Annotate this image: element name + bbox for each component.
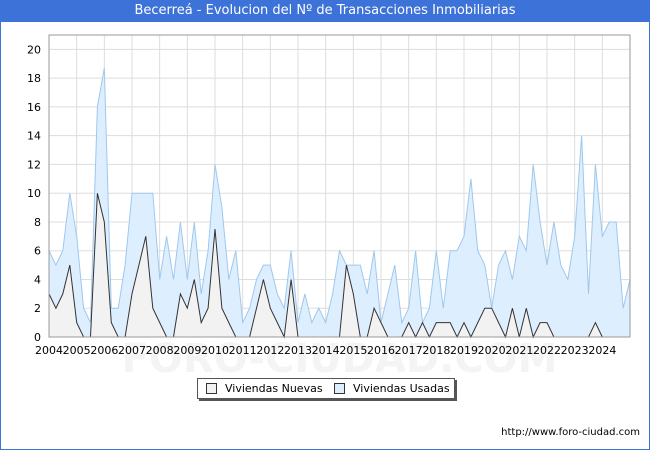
x-tick-label: 2010: [201, 344, 229, 357]
x-tick-label: 2009: [173, 344, 201, 357]
y-tick-label: 10: [27, 187, 41, 200]
x-tick-label: 2019: [450, 344, 478, 357]
x-tick-label: 2017: [395, 344, 423, 357]
legend-label-usadas: Viviendas Usadas: [353, 382, 450, 395]
x-tick-label: 2015: [339, 344, 367, 357]
x-tick-label: 2008: [146, 344, 174, 357]
y-tick-label: 12: [27, 158, 41, 171]
x-tick-label: 2016: [367, 344, 395, 357]
legend-swatch-usadas: [334, 383, 345, 394]
x-tick-label: 2011: [229, 344, 257, 357]
y-tick-label: 18: [27, 72, 41, 85]
x-tick-label: 2020: [478, 344, 506, 357]
x-tick-label: 2014: [312, 344, 340, 357]
watermark: FORO-CIUDAD.COM: [122, 336, 558, 382]
x-tick-label: 2018: [422, 344, 450, 357]
legend-label-nuevas: Viviendas Nuevas: [225, 382, 323, 395]
legend-item-nuevas: Viviendas Nuevas: [206, 379, 323, 398]
x-tick-label: 2007: [118, 344, 146, 357]
legend-item-usadas: Viviendas Usadas: [334, 379, 450, 398]
y-tick-label: 14: [27, 130, 41, 143]
y-tick-label: 4: [34, 273, 41, 286]
x-tick-label: 2006: [90, 344, 118, 357]
y-tick-label: 6: [34, 245, 41, 258]
legend: Viviendas Nuevas Viviendas Usadas: [197, 378, 455, 399]
x-tick-label: 2024: [588, 344, 616, 357]
x-tick-label: 2012: [256, 344, 284, 357]
y-tick-label: 20: [27, 43, 41, 56]
y-tick-label: 8: [34, 216, 41, 229]
x-tick-label: 2022: [533, 344, 561, 357]
y-tick-label: 0: [34, 331, 41, 344]
source-url: http://www.foro-ciudad.com: [501, 427, 640, 438]
x-tick-label: 2021: [505, 344, 533, 357]
x-tick-label: 2004: [35, 344, 63, 357]
x-tick-label: 2023: [561, 344, 589, 357]
x-tick-label: 2005: [63, 344, 91, 357]
y-tick-label: 2: [34, 302, 41, 315]
legend-swatch-nuevas: [206, 383, 217, 394]
x-tick-label: 2013: [284, 344, 312, 357]
y-tick-label: 16: [27, 101, 41, 114]
